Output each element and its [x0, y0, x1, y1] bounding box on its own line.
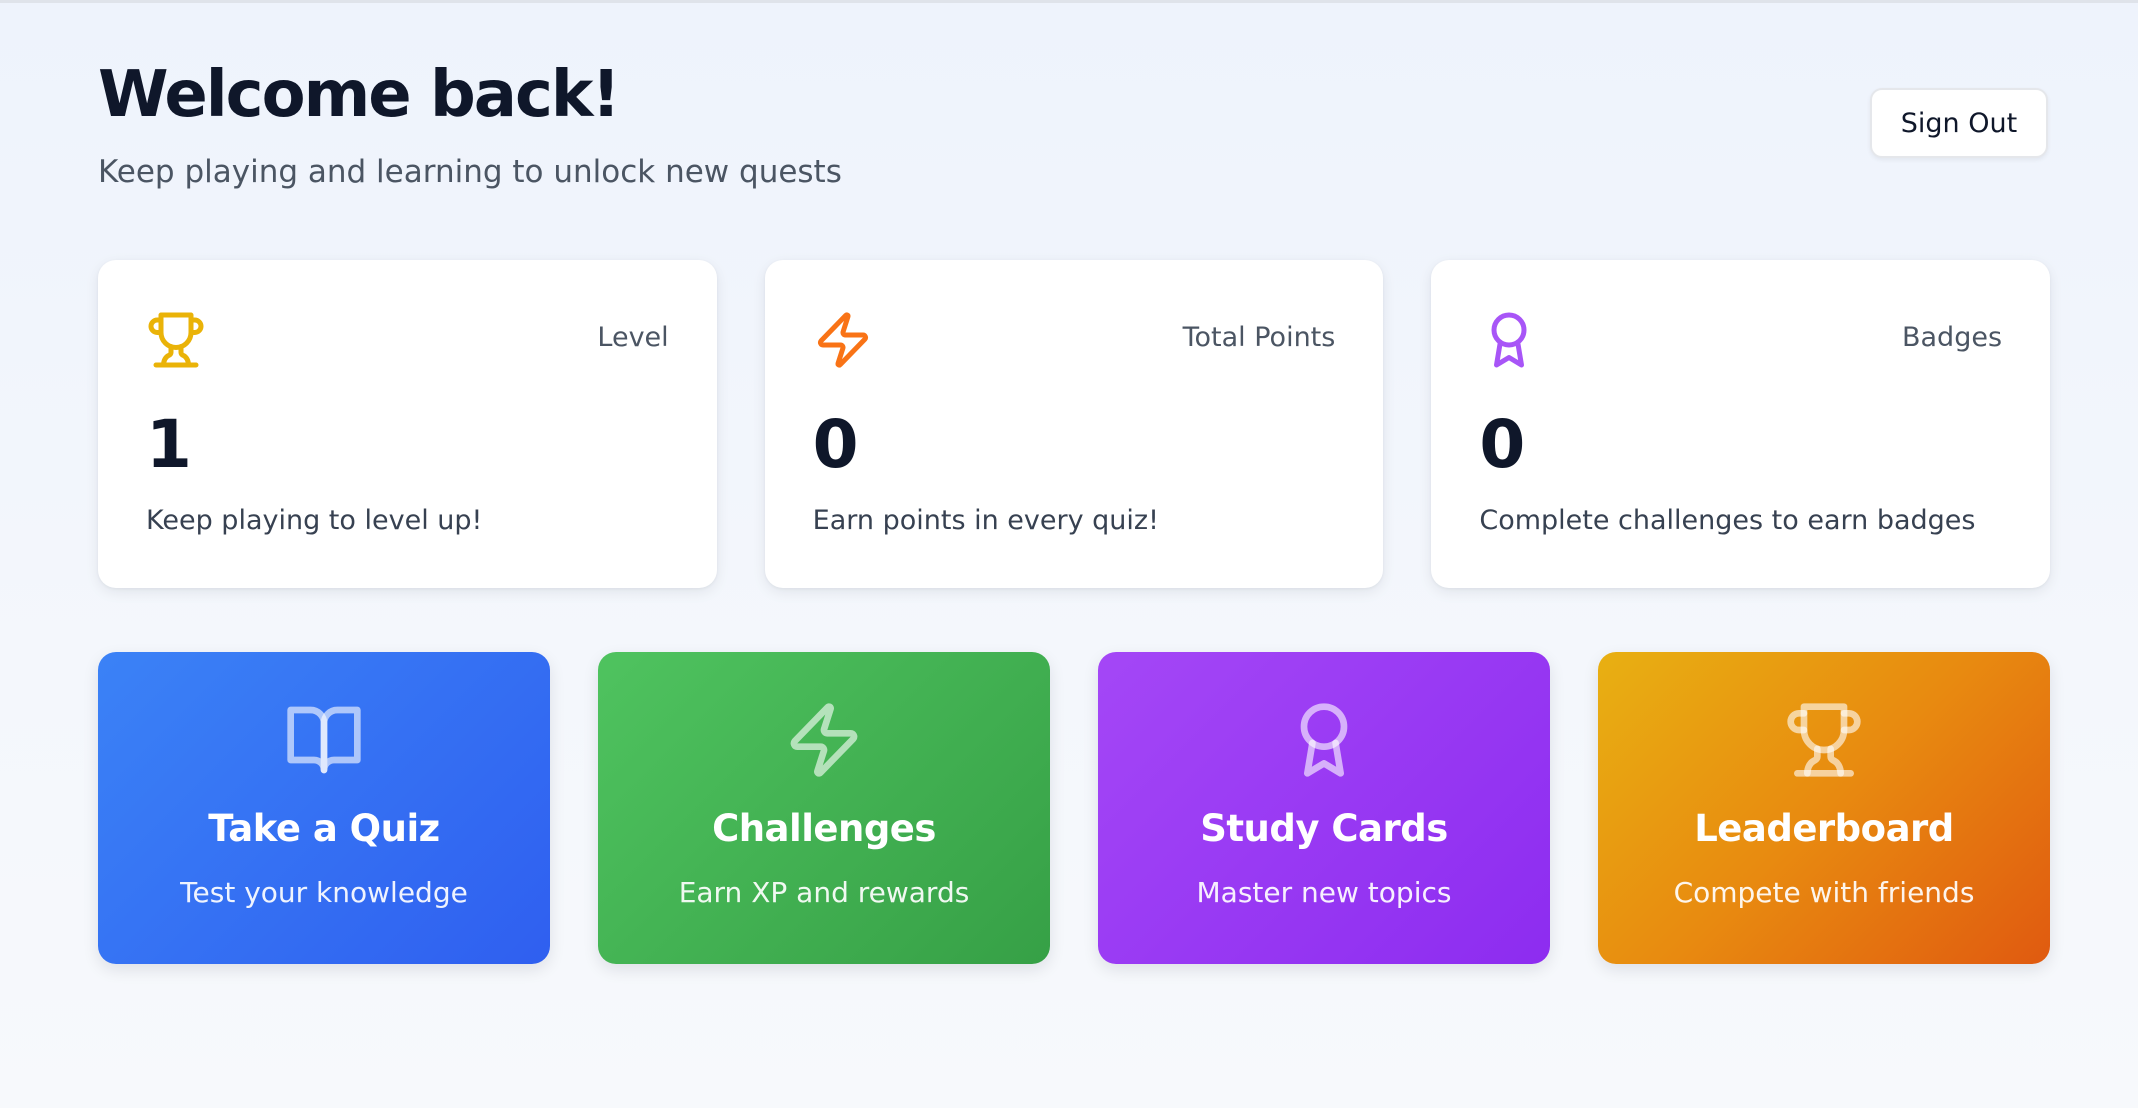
action-title: Leaderboard — [1694, 807, 1954, 850]
action-title: Challenges — [712, 807, 936, 850]
stat-card-badges: Badges 0 Complete challenges to earn bad… — [1431, 260, 2051, 588]
stat-label: Badges — [1901, 322, 2003, 353]
page-subtitle: Keep playing and learning to unlock new … — [98, 154, 842, 190]
page-title: Welcome back! — [98, 58, 621, 132]
award-icon — [1479, 310, 1539, 370]
stat-value: 1 — [146, 406, 192, 483]
stat-value: 0 — [1479, 406, 1526, 483]
lightning-icon — [784, 700, 864, 780]
top-divider — [0, 0, 2138, 3]
stat-description: Earn points in every quiz! — [812, 505, 1159, 536]
stat-card-level: Level 1 Keep playing to level up! — [98, 260, 717, 588]
page-header: Welcome back! Keep playing and learning … — [98, 50, 2048, 210]
trophy-icon — [146, 310, 206, 370]
stats-row: Level 1 Keep playing to level up! Total … — [98, 260, 2051, 588]
challenges-card[interactable]: Challenges Earn XP and rewards — [598, 652, 1050, 964]
leaderboard-card[interactable]: Leaderboard Compete with friends — [1598, 652, 2050, 964]
stat-card-points: Total Points 0 Earn points in every quiz… — [764, 260, 1384, 588]
action-subtitle: Test your knowledge — [180, 876, 468, 909]
book-icon — [284, 700, 364, 780]
action-title: Study Cards — [1200, 807, 1448, 850]
stat-label: Level — [597, 322, 669, 353]
stat-description: Keep playing to level up! — [146, 505, 483, 536]
award-icon — [1284, 700, 1364, 780]
action-subtitle: Master new topics — [1196, 876, 1452, 909]
stat-label: Total Points — [1182, 322, 1336, 353]
study-cards-card[interactable]: Study Cards Master new topics — [1098, 652, 1550, 964]
action-title: Take a Quiz — [208, 807, 440, 850]
take-quiz-card[interactable]: Take a Quiz Test your knowledge — [98, 652, 550, 964]
stat-description: Complete challenges to earn badges — [1479, 505, 1976, 536]
action-subtitle: Earn XP and rewards — [678, 876, 970, 909]
stat-value: 0 — [812, 406, 859, 483]
action-subtitle: Compete with friends — [1673, 876, 1975, 909]
trophy-icon — [1784, 700, 1864, 780]
lightning-icon — [813, 310, 873, 370]
actions-row: Take a Quiz Test your knowledge Challeng… — [98, 652, 2050, 964]
sign-out-button[interactable]: Sign Out — [1870, 88, 2048, 158]
